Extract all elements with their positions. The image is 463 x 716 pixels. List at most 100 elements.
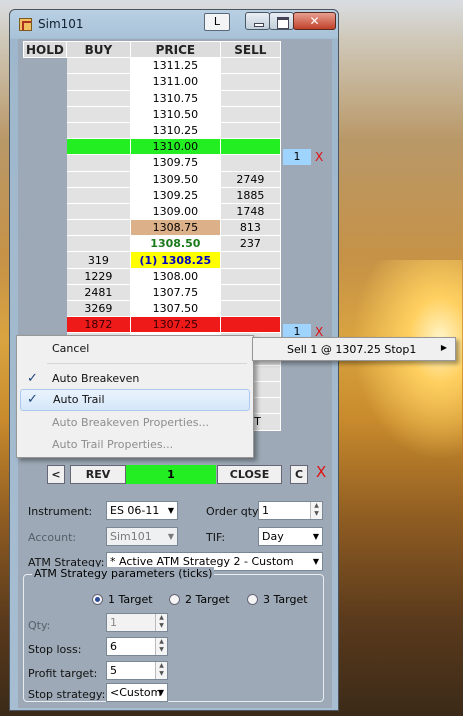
buy-cell[interactable] bbox=[65, 121, 131, 140]
buy-cell[interactable] bbox=[65, 186, 131, 204]
price-cell: 1311.25 bbox=[129, 57, 221, 75]
buy-cell[interactable] bbox=[65, 202, 131, 221]
buy-cell[interactable] bbox=[65, 170, 131, 188]
menu-item-auto-breakeven-properties: Auto Breakeven Properties... bbox=[20, 412, 250, 434]
sell-cell[interactable]: 1885 bbox=[219, 186, 281, 204]
hold-cell[interactable] bbox=[23, 299, 67, 318]
sell-cell[interactable] bbox=[219, 283, 281, 302]
sell-cell[interactable] bbox=[219, 138, 281, 156]
instrument-select[interactable]: ES 06-11 ▼ bbox=[106, 501, 178, 520]
atm-params-title: ATM Strategy parameters (ticks) bbox=[32, 567, 215, 580]
hold-cell[interactable] bbox=[23, 89, 67, 107]
buy-cell[interactable]: 1229 bbox=[65, 267, 131, 285]
sell-cell[interactable] bbox=[219, 299, 281, 318]
radio-3-target[interactable]: 3 Target bbox=[247, 593, 308, 606]
chevron-down-icon: ▼ bbox=[312, 532, 319, 541]
checkmark-icon: ✓ bbox=[27, 392, 38, 407]
hold-cell[interactable] bbox=[23, 186, 67, 204]
stop-strategy-value: <Custom bbox=[110, 686, 162, 699]
hold-cell[interactable] bbox=[23, 202, 67, 221]
buy-cell[interactable]: 2481 bbox=[65, 283, 131, 302]
title-bar[interactable]: Sim101 L bbox=[10, 10, 338, 38]
sell-cell[interactable]: 237 bbox=[219, 235, 281, 253]
hold-cell[interactable] bbox=[23, 138, 67, 156]
hold-cell[interactable] bbox=[23, 235, 67, 253]
sell-cell[interactable] bbox=[219, 121, 281, 140]
hold-cell[interactable] bbox=[23, 170, 67, 188]
price-cell: (1) 1308.25 bbox=[129, 251, 221, 269]
order-qty-stepper[interactable]: 1 ▲ ▼ bbox=[258, 501, 323, 520]
close-position-button[interactable]: CLOSE bbox=[217, 465, 282, 484]
sell-cell[interactable]: 1748 bbox=[219, 202, 281, 221]
buy-cell[interactable]: 319 bbox=[65, 251, 131, 269]
spin-arrows-icon[interactable]: ▲ ▼ bbox=[155, 662, 167, 679]
cancel-all-x[interactable]: X bbox=[316, 463, 326, 481]
price-cell: 1308.50 bbox=[129, 235, 221, 253]
hold-cell[interactable] bbox=[23, 57, 67, 75]
menu-item-label: Auto Breakeven bbox=[52, 372, 140, 385]
hold-cell[interactable] bbox=[23, 154, 67, 172]
radio-2-target[interactable]: 2 Target bbox=[169, 593, 230, 606]
hold-cell[interactable] bbox=[23, 121, 67, 140]
qty-value: 1 bbox=[110, 616, 117, 629]
hold-cell[interactable] bbox=[23, 251, 67, 269]
ladder-row: 3269 1307.50 bbox=[23, 299, 281, 318]
prev-button[interactable]: < bbox=[47, 465, 65, 484]
buy-cell[interactable] bbox=[65, 105, 131, 123]
maximize-button[interactable] bbox=[269, 12, 294, 30]
price-cell: 1309.25 bbox=[129, 186, 221, 204]
stop-loss-label: Stop loss: bbox=[28, 643, 82, 656]
link-button[interactable]: L bbox=[204, 13, 230, 31]
hold-cell[interactable] bbox=[23, 316, 67, 334]
ladder-row: 1308.75 813 bbox=[23, 219, 281, 237]
sell-cell[interactable] bbox=[219, 57, 281, 75]
tif-select[interactable]: Day ▼ bbox=[258, 527, 323, 546]
hold-cell[interactable] bbox=[23, 267, 67, 285]
stop-order-qty[interactable]: 1 bbox=[283, 149, 311, 165]
order-submenu[interactable]: Sell 1 @ 1307.25 Stop1 ▶ bbox=[252, 337, 456, 361]
menu-item-auto-trail[interactable]: ✓ Auto Trail bbox=[20, 389, 250, 411]
profit-target-stepper[interactable]: 5 ▲ ▼ bbox=[106, 661, 168, 680]
buy-cell[interactable] bbox=[65, 154, 131, 172]
app-icon bbox=[19, 18, 32, 31]
hold-cell[interactable] bbox=[23, 73, 67, 91]
buy-cell[interactable] bbox=[65, 89, 131, 107]
sell-cell[interactable] bbox=[219, 73, 281, 91]
stop-strategy-select[interactable]: <Custom ▼ bbox=[106, 683, 168, 702]
buy-cell[interactable] bbox=[65, 138, 131, 156]
ladder-row: 319 (1) 1308.25 bbox=[23, 251, 281, 269]
spin-arrows-icon[interactable]: ▲ ▼ bbox=[155, 638, 167, 655]
hold-cell[interactable] bbox=[23, 219, 67, 237]
buy-cell[interactable] bbox=[65, 73, 131, 91]
minimize-button[interactable] bbox=[245, 12, 270, 30]
reverse-button[interactable]: REV bbox=[70, 465, 126, 484]
c-button[interactable]: C bbox=[290, 465, 308, 484]
sell-cell[interactable] bbox=[219, 89, 281, 107]
sell-cell[interactable] bbox=[219, 316, 281, 334]
sell-cell[interactable] bbox=[219, 105, 281, 123]
spin-arrows-icon[interactable]: ▲ ▼ bbox=[310, 502, 322, 519]
sell-cell[interactable] bbox=[219, 251, 281, 269]
price-cell: 1309.50 bbox=[129, 170, 221, 188]
qty-label: Qty: bbox=[28, 619, 51, 632]
close-button[interactable] bbox=[293, 12, 336, 30]
sell-cell[interactable] bbox=[219, 267, 281, 285]
sell-cell[interactable]: 2749 bbox=[219, 170, 281, 188]
chevron-down-icon: ▼ bbox=[167, 532, 174, 541]
hold-cell[interactable] bbox=[23, 283, 67, 302]
buy-cell[interactable] bbox=[65, 219, 131, 237]
buy-cell[interactable] bbox=[65, 235, 131, 253]
cancel-order-x[interactable]: X bbox=[315, 149, 323, 165]
menu-item-auto-breakeven[interactable]: ✓ Auto Breakeven bbox=[20, 368, 250, 390]
sell-cell[interactable]: 813 bbox=[219, 219, 281, 237]
stop-order-marker-green: 1 X bbox=[283, 149, 327, 165]
stop-loss-stepper[interactable]: 6 ▲ ▼ bbox=[106, 637, 168, 656]
menu-item-cancel[interactable]: Cancel bbox=[20, 338, 250, 360]
buy-cell[interactable]: 3269 bbox=[65, 299, 131, 318]
hold-cell[interactable] bbox=[23, 105, 67, 123]
menu-separator bbox=[47, 363, 247, 364]
buy-cell[interactable]: 1872 bbox=[65, 316, 131, 334]
buy-cell[interactable] bbox=[65, 57, 131, 75]
sell-cell[interactable] bbox=[219, 154, 281, 172]
radio-1-target[interactable]: 1 Target bbox=[92, 593, 153, 606]
